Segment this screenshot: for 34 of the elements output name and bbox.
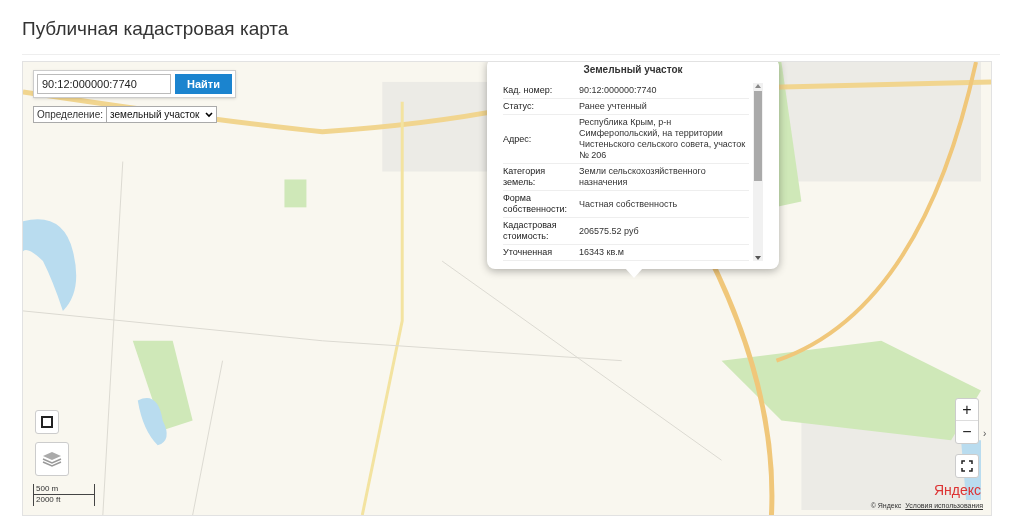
field-value: Ранее учтенный — [579, 101, 648, 112]
scroll-up-icon — [755, 83, 761, 89]
field-value: 16343 кв.м — [579, 247, 625, 258]
zoom-in-button[interactable]: + — [956, 399, 978, 421]
definition-label: Определение: — [36, 108, 104, 122]
field-label: Кад. номер: — [503, 85, 554, 96]
field-label: Категория земель: — [503, 166, 547, 188]
field-label: Форма собственности: — [503, 193, 569, 215]
ruler-button[interactable] — [35, 410, 59, 434]
fullscreen-button[interactable] — [955, 454, 979, 478]
scroll-down-icon — [755, 255, 761, 261]
scrollbar-thumb[interactable] — [754, 91, 762, 181]
field-label: Уточненная — [503, 247, 554, 258]
zoom-out-button[interactable]: − — [956, 421, 978, 443]
field-label: Кадастровая стоимость: — [503, 220, 558, 242]
layers-button[interactable] — [35, 442, 69, 476]
cadastral-number-field[interactable]: 90:12:000000:7740 — [37, 74, 171, 94]
field-label: Адрес: — [503, 133, 533, 145]
layers-icon — [42, 451, 62, 467]
field-value: 206575.52 руб — [579, 225, 640, 237]
fullscreen-icon — [961, 460, 973, 472]
field-value: Республика Крым, р-н Симферопольский, на территории Чистеньского сельского совета, участок № 206 — [579, 117, 747, 161]
yandex-logo: Яндекс — [933, 482, 981, 498]
find-button[interactable]: Найти — [175, 74, 232, 94]
definition-select[interactable]: земельный участок — [106, 107, 217, 122]
chevron-down-icon — [205, 111, 214, 118]
scale-imperial: 2000 ft — [35, 495, 62, 505]
field-value: Земли сельскохозяйственного назначения — [579, 166, 707, 188]
field-label: Статус: — [503, 101, 535, 112]
popup-title: Земельный участок — [582, 63, 684, 77]
scale-metric: 500 m — [34, 484, 94, 495]
page-title: Публичная кадастровая карта — [21, 17, 290, 41]
field-value: 90:12:000000:7740 — [579, 85, 658, 96]
field-value: Частная собственность — [579, 198, 679, 210]
